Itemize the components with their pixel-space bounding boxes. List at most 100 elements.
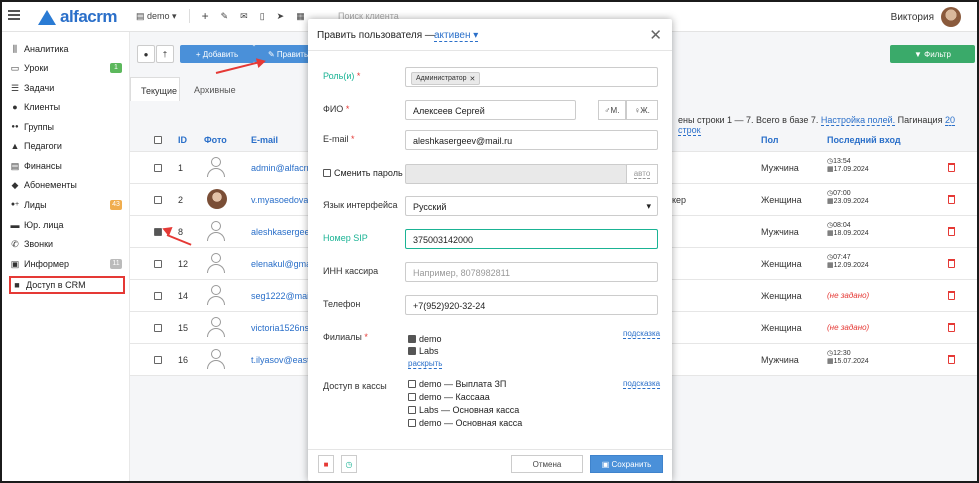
gender-female-button[interactable]: ♀ Ж.	[626, 100, 658, 120]
row-email[interactable]: aleshkasergeev	[251, 227, 314, 237]
status-dropdown[interactable]: активен ▾	[434, 30, 479, 42]
trash-icon[interactable]	[948, 259, 955, 268]
trash-icon[interactable]	[948, 323, 955, 332]
col-id[interactable]: ID	[178, 135, 187, 145]
fio-label: ФИО *	[323, 104, 349, 114]
language-select[interactable]: Русский ▾	[405, 196, 658, 216]
row-id: 1	[178, 163, 184, 173]
sidebar-item-informer[interactable]: ▣ Информер 11	[10, 256, 124, 272]
email-field[interactable]: aleshkasergeev@mail.ru	[405, 130, 658, 150]
user-menu[interactable]: Виктория	[891, 7, 961, 27]
row-email[interactable]: elenakul@gmail	[251, 259, 315, 269]
auto-password-button[interactable]: авто	[626, 164, 658, 184]
single-user-icon[interactable]: ●	[137, 45, 155, 63]
sidebar-item-teachers[interactable]: ▲ Педагоги	[10, 138, 124, 154]
col-last-login[interactable]: Последний вход	[827, 135, 901, 145]
sidebar-item-finance[interactable]: ▤ Финансы	[10, 158, 124, 174]
row-checkbox[interactable]	[154, 356, 162, 364]
app-logo[interactable]: alfacrm	[38, 7, 117, 27]
col-email[interactable]: E-mail	[251, 135, 278, 145]
cash-checkbox[interactable]: demo — Выплата ЗП	[408, 379, 506, 389]
menu-icon[interactable]	[8, 10, 20, 20]
sidebar-item-crm-access[interactable]: ■ Доступ в CRM	[9, 276, 125, 294]
trash-icon[interactable]	[948, 227, 955, 236]
checkbox-icon	[408, 406, 416, 414]
expand-link[interactable]: раскрыть	[408, 359, 443, 369]
sidebar-item-label: Юр. лица	[24, 220, 64, 230]
cancel-button[interactable]: Отмена	[511, 455, 583, 473]
branch-selector[interactable]: ▤ demo ▾	[136, 11, 177, 22]
tab-archive[interactable]: Архивные	[194, 85, 236, 95]
remove-tag-icon[interactable]: ✕	[470, 75, 476, 83]
sidebar-item-lessons[interactable]: ▭ Уроки 1	[10, 60, 124, 76]
mail-icon[interactable]: ✉	[240, 11, 248, 22]
sidebar-item-subscriptions[interactable]: ◆ Абонементы	[10, 177, 124, 193]
trash-icon[interactable]	[948, 355, 955, 364]
sidebar-item-leads[interactable]: ●+ Лиды 43	[10, 197, 124, 213]
sidebar-item-clients[interactable]: ● Клиенты	[10, 99, 124, 115]
cash-checkbox[interactable]: demo — Основная касса	[408, 418, 522, 428]
password-input[interactable]	[405, 164, 627, 184]
row-id: 15	[178, 323, 189, 333]
sidebar-item-label: Уроки	[24, 63, 49, 73]
delete-icon[interactable]: ■	[318, 455, 334, 473]
select-all-checkbox[interactable]	[154, 136, 162, 144]
column-settings-link[interactable]: Настройка полей.	[820, 115, 896, 126]
row-checkbox[interactable]	[154, 196, 162, 204]
sidebar-item-label: Звонки	[24, 239, 54, 249]
trash-icon[interactable]	[948, 291, 955, 300]
row-checkbox[interactable]	[154, 324, 162, 332]
role-tag-label: Администратор	[416, 75, 467, 82]
row-checkbox[interactable]	[154, 260, 162, 268]
row-email[interactable]: seg1222@mail.r	[251, 291, 317, 301]
row-email[interactable]: victoria1526nsk	[251, 323, 314, 333]
required-mark: *	[345, 104, 350, 114]
filter-button[interactable]: ▼ Фильтр	[890, 45, 975, 63]
chart-icon: ⫼	[12, 44, 18, 54]
branch-checkbox-labs[interactable]: Labs	[408, 346, 439, 356]
tab-current[interactable]: Текущие	[130, 77, 180, 101]
change-password-checkbox[interactable]: Сменить пароль	[323, 168, 403, 178]
row-gender: Мужчина	[761, 355, 799, 365]
gender-male-button[interactable]: ♂ М.	[598, 100, 626, 120]
row-id: 16	[178, 355, 189, 365]
phone-input[interactable]: +7(952)920-32-24	[405, 295, 658, 315]
tag-icon: ◆	[11, 180, 19, 190]
telegram-icon[interactable]: ➤	[277, 11, 285, 22]
col-gender[interactable]: Пол	[761, 135, 778, 145]
role-tag[interactable]: Администратор ✕	[411, 72, 481, 85]
trash-icon[interactable]	[948, 163, 955, 172]
pagination-label: Пагинация	[897, 115, 943, 125]
row-last-login: ◷13:54 ▦17.09.2024	[827, 158, 869, 173]
sidebar-item-calls[interactable]: ✆ Звонки	[10, 236, 124, 252]
cash-hint-link[interactable]: подсказка	[623, 379, 661, 389]
sidebar-item-groups[interactable]: ●● Группы	[10, 119, 124, 135]
trash-icon[interactable]	[948, 195, 955, 204]
cash-checkbox[interactable]: demo — Кассааа	[408, 392, 490, 402]
inn-input[interactable]: Например, 8078982811	[405, 262, 658, 282]
add-button[interactable]: + Добавить	[180, 45, 254, 63]
sidebar-item-tasks[interactable]: ☰ Задачи	[10, 80, 124, 96]
fio-input[interactable]: Алексеев Сергей	[405, 100, 576, 120]
sidebar-item-analytics[interactable]: ⫼ Аналитика	[10, 41, 124, 57]
sip-input[interactable]: 375003142000	[405, 229, 658, 249]
cash-item-label: Labs — Основная касса	[419, 405, 520, 415]
branches-hint-link[interactable]: подсказка	[623, 329, 661, 339]
lessons-badge: 1	[110, 63, 122, 73]
sidebar-item-legal[interactable]: ▬ Юр. лица	[10, 217, 124, 233]
row-email[interactable]: admin@alfacrm.	[251, 163, 317, 173]
history-icon[interactable]: ◷	[341, 455, 357, 473]
branch-checkbox-demo[interactable]: demo	[408, 334, 442, 344]
save-button[interactable]: ▣ Сохранить	[590, 455, 663, 473]
phone-icon[interactable]: ▯	[260, 11, 265, 22]
calendar-icon[interactable]: ▦	[296, 11, 305, 22]
sidebar-item-label: Информер	[24, 259, 70, 269]
row-checkbox[interactable]	[154, 292, 162, 300]
plus-icon[interactable]: +	[202, 9, 209, 23]
pin-icon[interactable]: †	[156, 45, 174, 63]
close-icon[interactable]: ✕	[649, 26, 662, 44]
row-email[interactable]: t.ilyasov@eastin	[251, 355, 317, 365]
cash-checkbox[interactable]: Labs — Основная касса	[408, 405, 519, 415]
row-checkbox[interactable]	[154, 164, 162, 172]
wrench-icon[interactable]: ✎	[221, 11, 229, 22]
